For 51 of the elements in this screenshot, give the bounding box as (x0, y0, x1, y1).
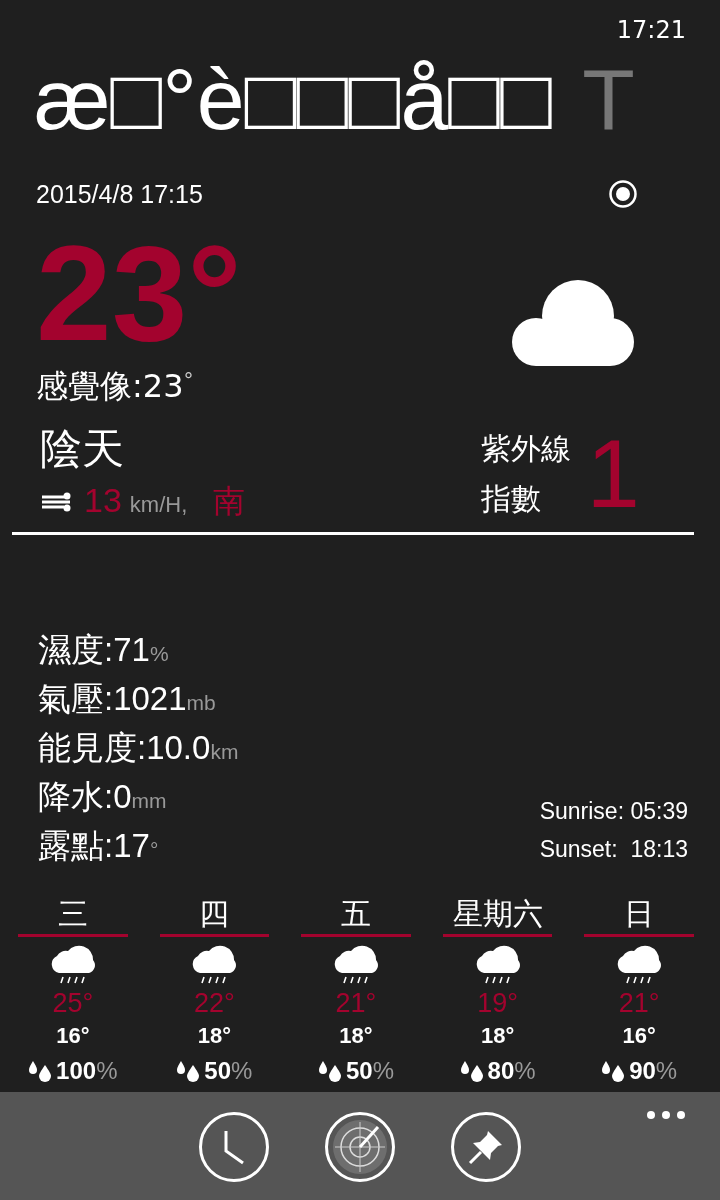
pin-button[interactable] (451, 1112, 521, 1182)
detail-line: 能見度:10.0km (38, 728, 239, 768)
forecast-day: 日 (584, 894, 694, 937)
uv-index: 1 (586, 424, 640, 524)
sunset-time: Sunset: 18:13 (539, 835, 688, 864)
precipitation-chance: 100% (56, 1056, 118, 1086)
forecast-day: 星期六 (442, 894, 553, 937)
detail-line: 降水:0mm (38, 777, 168, 817)
detail-line: 濕度:71% (38, 630, 170, 670)
location-icon[interactable] (608, 179, 638, 209)
forecast-day: 五 (301, 894, 411, 937)
next-pivot-title[interactable]: T (582, 49, 635, 149)
more-icon[interactable] (646, 1110, 686, 1120)
uv-label: 紫外線 (480, 430, 571, 468)
uv-label: 指數 (480, 480, 542, 518)
radar-button[interactable] (325, 1112, 395, 1182)
high-temperature: 19° (477, 987, 518, 1019)
high-temperature: 25° (52, 987, 94, 1019)
low-temperature: 16° (56, 1022, 90, 1050)
clock-button[interactable] (199, 1112, 269, 1182)
high-temperature: 21° (335, 987, 377, 1019)
cloud-icon (512, 280, 634, 366)
precipitation-chance: 50% (204, 1056, 253, 1086)
condition: 陰天 (40, 424, 125, 474)
detail-line: 氣壓:1021mb (38, 679, 217, 719)
detail-line: 露點:17° (38, 826, 160, 866)
raindrops-icon (459, 1060, 486, 1082)
pin-icon (468, 1129, 504, 1165)
raindrops-icon (317, 1060, 344, 1082)
feels-like: 感覺像:23$^{°}$ (36, 366, 195, 407)
high-temperature: 22° (193, 987, 235, 1019)
forecast-day: 三 (18, 894, 128, 937)
low-temperature: 18° (197, 1022, 232, 1050)
status-time: 17:21 (616, 16, 686, 44)
wind-unit: km/H, (129, 492, 188, 518)
high-temperature: 21° (618, 987, 660, 1019)
radar-icon (331, 1118, 389, 1176)
updated-time: 2015/4/8 17:15 (36, 179, 203, 209)
sunrise-time: Sunrise: 05:39 (539, 797, 688, 826)
precipitation-chance: 80% (487, 1056, 536, 1086)
wind-direction: 南 (213, 481, 246, 522)
clock-icon (223, 1129, 245, 1165)
low-temperature: 18° (339, 1022, 373, 1050)
pivot-title[interactable]: æ□°è□□□å□□ (34, 49, 553, 149)
precipitation-chance: 90% (629, 1056, 678, 1086)
precipitation-chance: 50% (345, 1056, 394, 1086)
wind-speed: 13 (84, 481, 122, 520)
current-temperature: 23° (36, 228, 242, 358)
low-temperature: 18° (480, 1022, 515, 1050)
forecast-day: 四 (159, 894, 270, 937)
low-temperature: 16° (622, 1022, 656, 1050)
